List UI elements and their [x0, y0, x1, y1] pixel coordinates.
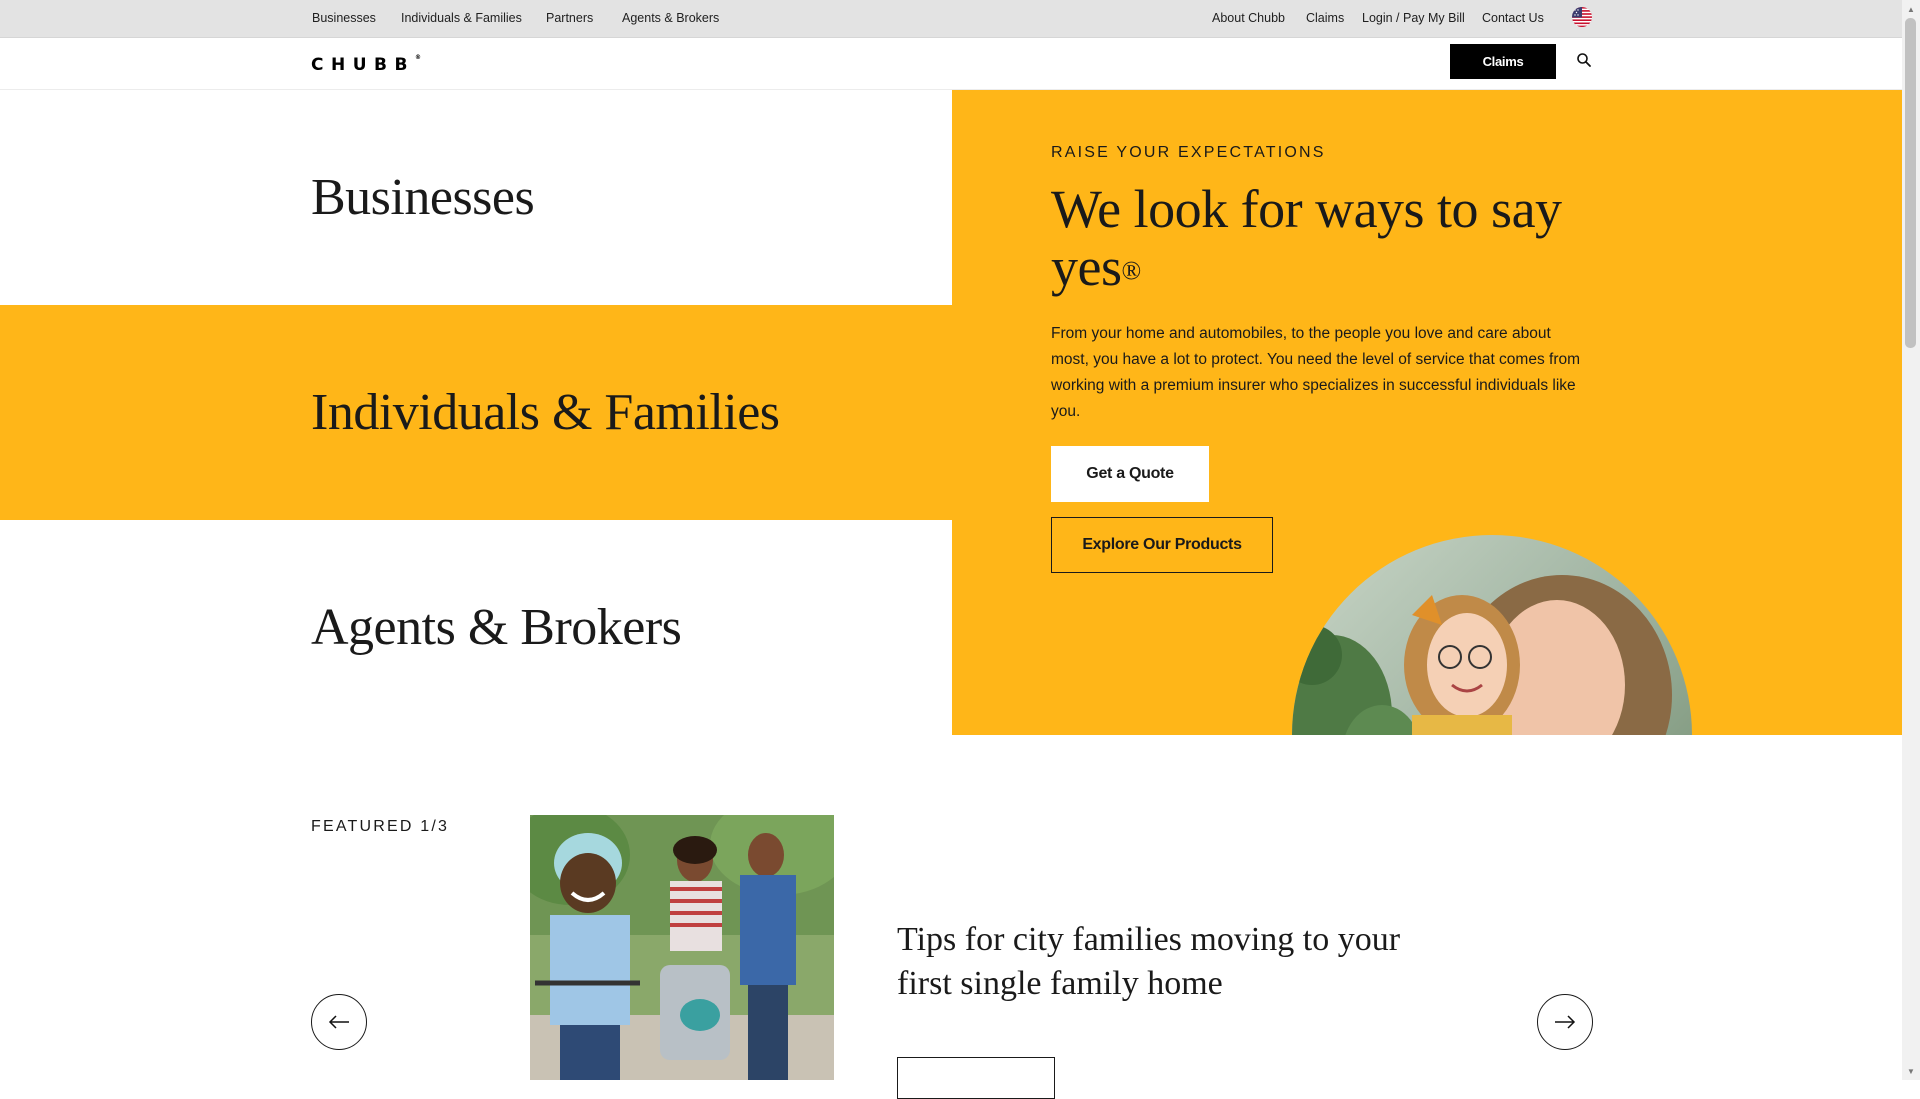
logo-registered-mark: ®	[414, 54, 421, 61]
segment-tile-agents-brokers[interactable]: Agents & Brokers	[0, 520, 952, 735]
utility-link-about-chubb[interactable]: About Chubb	[1212, 11, 1285, 25]
featured-article-image[interactable]	[530, 815, 834, 1080]
chubb-logo[interactable]: CHUBB®	[311, 54, 421, 75]
logo-text: CHUBB	[311, 55, 415, 75]
us-flag-icon[interactable]	[1572, 7, 1592, 27]
featured-article-title[interactable]: Tips for city families moving to your fi…	[897, 918, 1437, 1006]
arrow-left-icon	[328, 1015, 349, 1029]
hero-photo-clip	[952, 90, 1902, 735]
scroll-down-arrow-icon[interactable]: ▼	[1905, 1065, 1917, 1077]
utility-link-partners[interactable]: Partners	[546, 11, 593, 25]
main-header	[0, 38, 1902, 90]
arrow-right-icon	[1555, 1015, 1576, 1029]
utility-link-individuals-families[interactable]: Individuals & Families	[401, 11, 522, 25]
search-icon[interactable]	[1576, 52, 1592, 68]
segment-label-agents-brokers: Agents & Brokers	[311, 599, 682, 656]
segment-tile-businesses[interactable]: Businesses	[0, 90, 952, 305]
utility-link-contact-us[interactable]: Contact Us	[1482, 11, 1544, 25]
featured-label: FEATURED 1/3	[311, 818, 450, 835]
utility-link-claims[interactable]: Claims	[1306, 11, 1344, 25]
featured-read-more-button[interactable]	[897, 1057, 1055, 1099]
segment-label-businesses: Businesses	[311, 169, 535, 226]
utility-nav-bar: Businesses Individuals & Families Partne…	[0, 0, 1902, 38]
carousel-prev-button[interactable]	[311, 994, 367, 1050]
carousel-next-button[interactable]	[1537, 994, 1593, 1050]
utility-link-agents-brokers[interactable]: Agents & Brokers	[622, 11, 719, 25]
utility-link-businesses[interactable]: Businesses	[312, 11, 376, 25]
scroll-up-arrow-icon[interactable]: ▲	[1905, 3, 1917, 15]
hero-family-photo	[1292, 535, 1692, 735]
page-scrollbar-thumb[interactable]	[1905, 18, 1916, 348]
header-claims-button[interactable]: Claims	[1450, 44, 1556, 79]
segment-tile-individuals-families[interactable]: Individuals & Families	[0, 305, 952, 520]
utility-link-login-pay-bill[interactable]: Login / Pay My Bill	[1362, 11, 1465, 25]
segment-label-individuals-families: Individuals & Families	[311, 384, 780, 441]
